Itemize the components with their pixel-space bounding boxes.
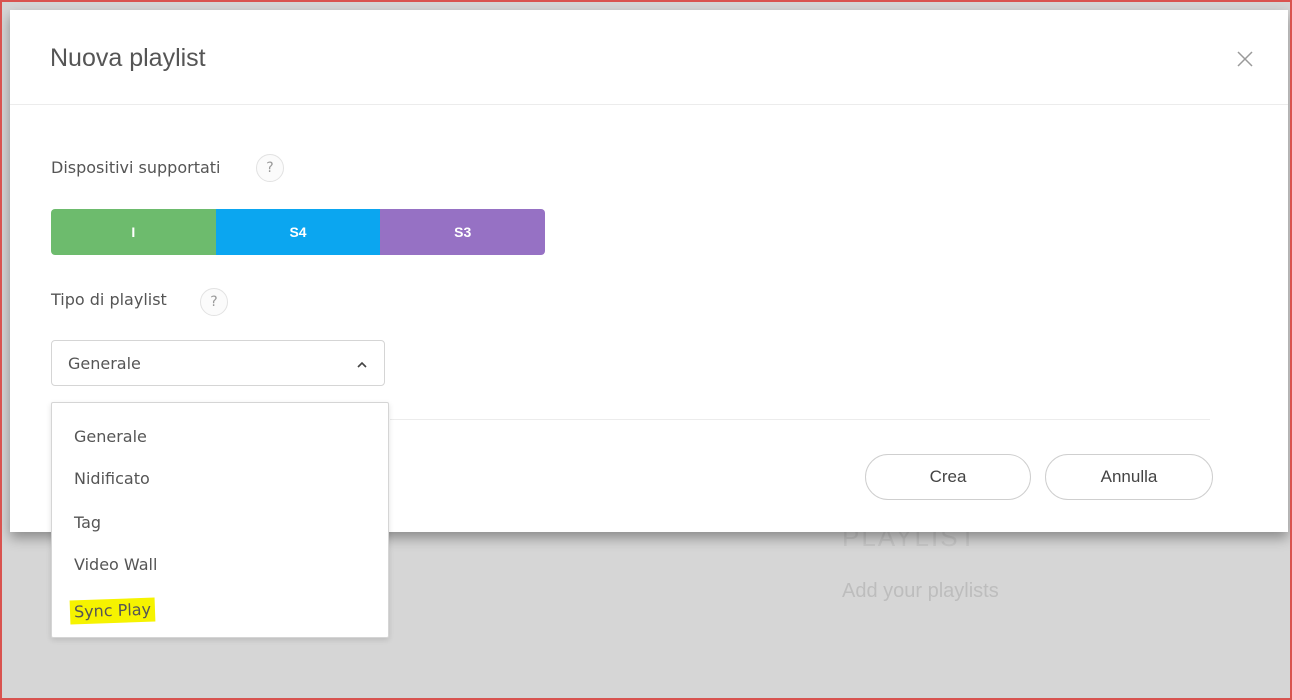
create-button[interactable]: Crea — [865, 454, 1031, 500]
option-label-highlighted: Sync Play — [69, 597, 156, 625]
supported-devices-help-icon[interactable]: ? — [256, 154, 284, 182]
playlist-type-dropdown: Generale Nidificato Tag Video Wall Sync … — [51, 402, 389, 638]
dialog-header: Nuova playlist — [10, 10, 1288, 105]
option-label: Tag — [74, 513, 102, 532]
dialog-title: Nuova playlist — [50, 44, 206, 72]
playlist-type-label: Tipo di playlist — [51, 290, 167, 309]
option-sync-play[interactable]: Sync Play — [52, 589, 388, 629]
option-label: Generale — [74, 427, 147, 446]
chevron-up-icon — [355, 357, 369, 371]
option-generale[interactable]: Generale — [52, 417, 388, 457]
option-label: Nidificato — [74, 469, 150, 488]
device-segment-s3: S3 — [380, 209, 545, 255]
background-empty-hint: Add your playlists — [842, 580, 999, 602]
device-segment-i: I — [51, 209, 216, 255]
option-video-wall[interactable]: Video Wall — [52, 545, 388, 585]
playlist-type-selected-value: Generale — [68, 354, 141, 373]
playlist-type-help-icon[interactable]: ? — [200, 288, 228, 316]
cancel-button[interactable]: Annulla — [1045, 454, 1213, 500]
option-tag[interactable]: Tag — [52, 503, 388, 543]
playlist-type-select[interactable]: Generale — [51, 340, 385, 386]
footer-divider — [390, 419, 1210, 420]
supported-devices-bar: I S4 S3 — [51, 209, 545, 255]
app-frame: PLAYLIST Add your playlists Nuova playli… — [0, 0, 1292, 700]
device-segment-s4: S4 — [215, 209, 381, 255]
option-label: Video Wall — [74, 555, 158, 574]
supported-devices-label: Dispositivi supportati — [51, 158, 221, 177]
close-icon[interactable] — [1232, 46, 1258, 72]
option-nidificato[interactable]: Nidificato — [52, 459, 388, 499]
